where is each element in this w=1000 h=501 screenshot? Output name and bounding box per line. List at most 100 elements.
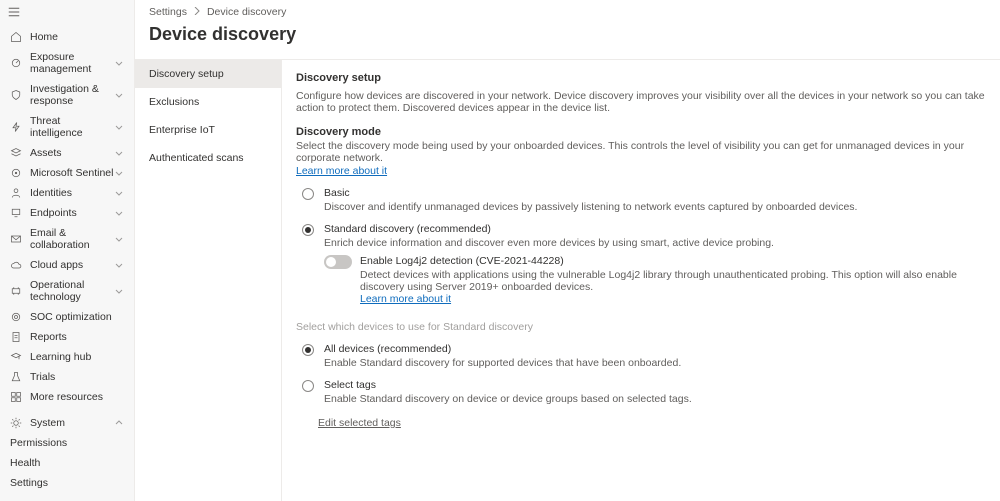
tab-authenticated-scans[interactable]: Authenticated scans [135, 144, 281, 172]
nav-subitem-label: Health [10, 457, 124, 469]
panel-description: Configure how devices are discovered in … [296, 90, 986, 114]
nav-item-soc-optimization[interactable]: SOC optimization [0, 307, 134, 327]
nav-item-label: Investigation & response [30, 83, 114, 107]
nav-item-operational-technology[interactable]: Operational technology [0, 275, 134, 307]
cloud-icon [10, 259, 22, 271]
hamburger-icon [8, 6, 20, 18]
layers-icon [10, 147, 22, 159]
nav-item-threat-intelligence[interactable]: Threat intelligence [0, 111, 134, 143]
radio-basic[interactable] [302, 188, 314, 200]
nav-item-investigation-response[interactable]: Investigation & response [0, 79, 134, 111]
nav-item-label: Threat intelligence [30, 115, 114, 139]
nav-item-label: System [30, 417, 114, 429]
chevron-down-icon [114, 122, 124, 132]
nav-item-home[interactable]: Home [0, 27, 134, 47]
radio-select-tags-desc: Enable Standard discovery on device or d… [324, 393, 986, 405]
discovery-mode-group: Basic Discover and identify unmanaged de… [296, 187, 986, 305]
target-icon [10, 311, 22, 323]
toggle-log4j-label: Enable Log4j2 detection (CVE-2021-44228) [360, 255, 986, 267]
nav-item-exposure-management[interactable]: Exposure management [0, 47, 134, 79]
nav-item-label: Cloud apps [30, 259, 114, 271]
chevron-down-icon [114, 58, 124, 68]
sidebar: Home Exposure management Investigation & r… [0, 0, 135, 501]
nav-item-more-resources[interactable]: More resources [0, 387, 134, 407]
gauge-icon [10, 57, 22, 69]
nav-item-trials[interactable]: Trials [0, 367, 134, 387]
radio-basic-desc: Discover and identify unmanaged devices … [324, 201, 986, 213]
nav-item-microsoft-sentinel[interactable]: Microsoft Sentinel [0, 163, 134, 183]
trial-icon [10, 371, 22, 383]
nav-item-label: Reports [30, 331, 124, 343]
nav-item-label: Exposure management [30, 51, 114, 75]
nav-item-label: Trials [30, 371, 124, 383]
report-icon [10, 331, 22, 343]
shield-icon [10, 89, 22, 101]
page-title: Device discovery [135, 20, 1000, 59]
breadcrumb-device-discovery[interactable]: Device discovery [207, 6, 286, 18]
nav-item-label: Operational technology [30, 279, 114, 303]
nav-item-label: Endpoints [30, 207, 114, 219]
nav-item-endpoints[interactable]: Endpoints [0, 203, 134, 223]
nav-list: Home Exposure management Investigation & r… [0, 27, 134, 433]
nav-item-label: Assets [30, 147, 114, 159]
nav-item-identities[interactable]: Identities [0, 183, 134, 203]
nav-item-label: SOC optimization [30, 311, 124, 323]
chevron-down-icon [114, 148, 124, 158]
breadcrumb: Settings Device discovery [135, 0, 1000, 20]
endpoint-icon [10, 207, 22, 219]
settings-panel: Discovery setup Configure how devices ar… [282, 60, 1000, 501]
nav-item-label: More resources [30, 391, 124, 403]
radio-all-devices-desc: Enable Standard discovery for supported … [324, 357, 986, 369]
nav-item-assets[interactable]: Assets [0, 143, 134, 163]
radio-standard-desc: Enrich device information and discover e… [324, 237, 986, 249]
nav-item-label: Identities [30, 187, 114, 199]
nav-subitem-health[interactable]: Health [0, 453, 134, 473]
nav-subitem-label: Permissions [10, 437, 124, 449]
grad-icon [10, 351, 22, 363]
gear-icon [10, 417, 22, 429]
nav-item-reports[interactable]: Reports [0, 327, 134, 347]
learn-more-link[interactable]: Learn more about it [296, 165, 387, 177]
tab-enterprise-iot[interactable]: Enterprise IoT [135, 116, 281, 144]
breadcrumb-settings[interactable]: Settings [149, 6, 187, 18]
toggle-log4j-learn-link[interactable]: Learn more about it [360, 293, 451, 305]
radio-basic-label: Basic [324, 187, 986, 199]
discovery-mode-heading: Discovery mode [296, 126, 986, 138]
chevron-down-icon [114, 286, 124, 296]
nav-item-label: Learning hub [30, 351, 124, 363]
tab-discovery-setup[interactable]: Discovery setup [135, 60, 281, 88]
device-scope-group: All devices (recommended) Enable Standar… [296, 343, 986, 405]
chevron-right-icon [193, 6, 201, 18]
tab-exclusions[interactable]: Exclusions [135, 88, 281, 116]
sentinel-icon [10, 167, 22, 179]
toggle-log4j[interactable] [324, 255, 352, 269]
hamburger-button[interactable] [0, 0, 134, 27]
nav-item-cloud-apps[interactable]: Cloud apps [0, 255, 134, 275]
chevron-down-icon [114, 260, 124, 270]
chevron-down-icon [114, 168, 124, 178]
bolt-icon [10, 121, 22, 133]
radio-select-tags[interactable] [302, 380, 314, 392]
grid-icon [10, 391, 22, 403]
radio-all-devices[interactable] [302, 344, 314, 356]
nav-item-label: Microsoft Sentinel [30, 167, 114, 179]
vertical-tabs: Discovery setup Exclusions Enterprise Io… [135, 60, 282, 501]
chevron-down-icon [114, 188, 124, 198]
person-icon [10, 187, 22, 199]
nav-item-email-collaboration[interactable]: Email & collaboration [0, 223, 134, 255]
nav-subitem-settings[interactable]: Settings [0, 473, 134, 493]
nav-item-learning-hub[interactable]: Learning hub [0, 347, 134, 367]
radio-standard[interactable] [302, 224, 314, 236]
main: Settings Device discovery Device discove… [135, 0, 1000, 501]
nav-subitem-label: Settings [10, 477, 124, 489]
discovery-mode-desc: Select the discovery mode being used by … [296, 140, 986, 164]
radio-select-tags-label: Select tags [324, 379, 986, 391]
radio-standard-label: Standard discovery (recommended) [324, 223, 986, 235]
nav-item-label: Home [30, 31, 124, 43]
home-icon [10, 31, 22, 43]
nav-subitem-permissions[interactable]: Permissions [0, 433, 134, 453]
nav-item-system[interactable]: System [0, 413, 134, 433]
edit-selected-tags-link[interactable]: Edit selected tags [318, 417, 401, 429]
panel-heading: Discovery setup [296, 72, 986, 84]
chevron-down-icon [114, 90, 124, 100]
